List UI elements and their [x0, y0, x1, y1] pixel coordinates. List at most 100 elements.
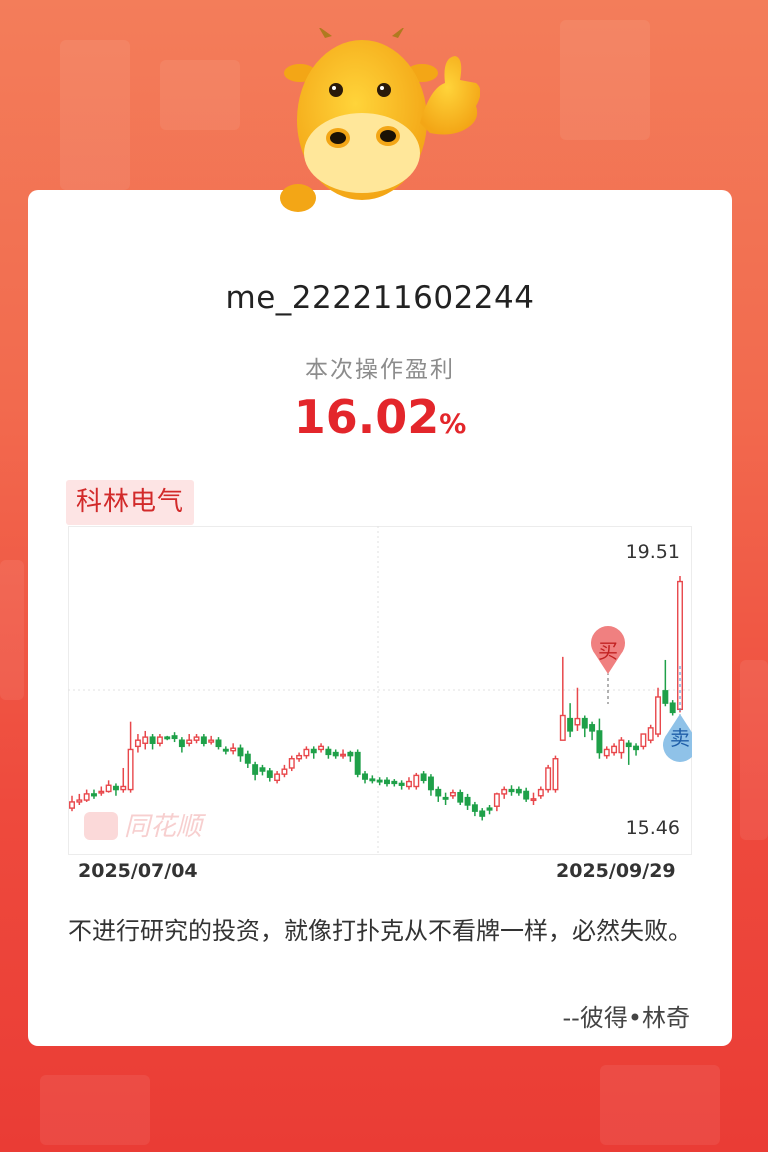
candle-body [230, 747, 237, 752]
candle-body [596, 730, 603, 754]
candle-body [120, 785, 127, 791]
candle-body [618, 739, 625, 754]
candle-body [347, 751, 354, 757]
candle-body [362, 773, 368, 780]
candle-body [523, 790, 530, 800]
candle-body [310, 748, 317, 754]
candle-body [303, 748, 310, 757]
candle-body [457, 791, 464, 803]
profit-unit: % [439, 409, 467, 440]
candle-body [76, 799, 83, 803]
candle-body [215, 739, 222, 748]
profit-value: 16.02% [28, 390, 732, 444]
candle-body [200, 736, 207, 744]
candle-body [589, 724, 596, 732]
candle-body [655, 696, 661, 735]
cow-mascot-icon [280, 28, 480, 212]
candle-body [369, 778, 376, 782]
stock-chart: 同花顺 19.51 15.46 买卖 [68, 526, 697, 856]
candle-body [171, 735, 178, 740]
candle-body [552, 758, 559, 791]
candle-body [471, 804, 478, 812]
candle-body [603, 748, 610, 757]
candle-body [625, 742, 632, 748]
candle-body [112, 785, 119, 791]
candle-body [384, 779, 390, 785]
candle-body [449, 791, 456, 797]
candle-body [545, 767, 552, 791]
candle-body [537, 788, 544, 797]
candle-body [252, 764, 259, 775]
candle-body [413, 774, 420, 788]
background-decoration [160, 60, 240, 130]
candle-body [662, 690, 669, 704]
candle-body [486, 807, 493, 811]
candle-body [318, 745, 325, 751]
candle-body [435, 788, 442, 797]
tonghuashun-watermark: 同花顺 [84, 812, 207, 842]
background-decoration [0, 560, 24, 700]
candle-body [611, 745, 618, 754]
candle-body [288, 758, 295, 769]
background-decoration [740, 660, 768, 840]
candle-body [156, 736, 163, 744]
candle-body [559, 714, 566, 741]
background-decoration [600, 1065, 720, 1145]
candle-body [105, 784, 112, 793]
candle-body [296, 754, 303, 760]
chart-low-label: 15.46 [626, 817, 680, 839]
candle-body [164, 736, 171, 740]
candle-body [266, 770, 273, 778]
candle-body [83, 793, 90, 801]
candle-body [420, 773, 427, 782]
candle-body [376, 779, 383, 783]
quote-text: 不进行研究的投资，就像打扑克从不看牌一样，必然失败。 [68, 917, 692, 945]
candle-body [259, 767, 266, 772]
candle-body [493, 793, 500, 807]
candle-body [332, 751, 339, 757]
candle-body [581, 717, 588, 729]
username: me_222211602244 [225, 280, 535, 316]
candle-body [91, 793, 97, 797]
chart-high-label: 19.51 [626, 541, 680, 563]
profit-share-card: me_222211602244 本次操作盈利 16.02% 科林电气 同花顺 19… [28, 190, 732, 1046]
background-decoration [560, 20, 650, 140]
candle-body [340, 753, 347, 757]
candle-body [193, 736, 200, 741]
start-date-label: 2025/07/04 [78, 860, 198, 882]
candle-body [354, 751, 361, 775]
candle-body [149, 736, 156, 744]
candle-body [633, 745, 640, 751]
candle-body [398, 782, 405, 786]
candle-body [98, 790, 105, 794]
stock-name-tag: 科林电气 [66, 480, 195, 525]
end-date-label: 2025/09/29 [556, 860, 676, 882]
candlestick-chart: 同花顺 19.51 15.46 买卖 [68, 526, 697, 855]
candle-body [405, 780, 412, 788]
candle-body [69, 801, 75, 809]
profit-label: 本次操作盈利 [305, 357, 455, 383]
candle-body [501, 788, 508, 795]
candle-body [325, 748, 332, 756]
background-decoration [60, 40, 130, 190]
candle-body [178, 739, 185, 748]
candle-body [530, 798, 537, 802]
buy-marker-label: 买 [598, 639, 618, 663]
candle-body [281, 768, 288, 775]
candle-body [127, 748, 134, 791]
candle-body [669, 702, 676, 714]
candle-body [134, 739, 141, 748]
candle-body [567, 717, 574, 732]
candle-body [237, 747, 244, 757]
candle-body [574, 717, 581, 726]
candle-body [508, 788, 515, 793]
candle-body [391, 780, 398, 785]
candle-body [640, 733, 647, 748]
background-decoration [40, 1075, 150, 1145]
candle-body [208, 739, 215, 743]
profit-number: 16.02 [293, 390, 440, 444]
candle-body [222, 748, 229, 752]
candle-body [186, 739, 193, 744]
candle-body [442, 796, 449, 800]
quote-author: --彼得•林奇 [562, 1004, 690, 1032]
